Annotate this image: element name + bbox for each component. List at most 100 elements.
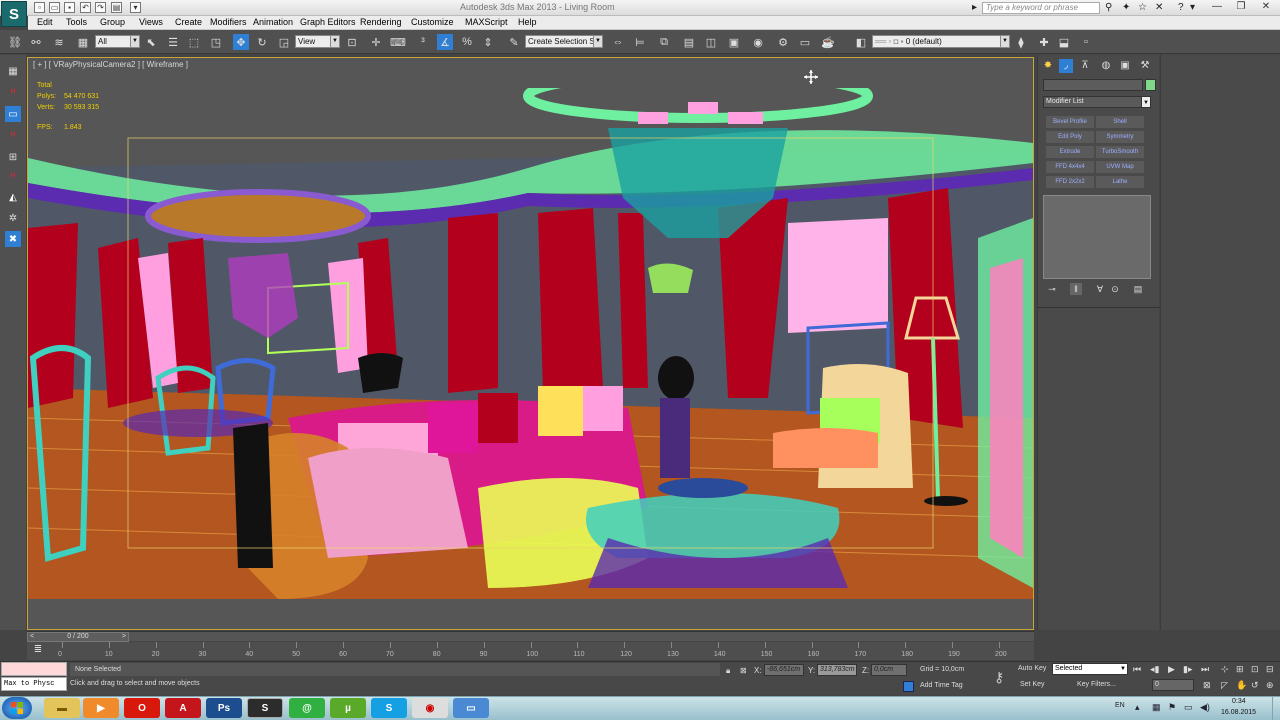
project-folder-icon[interactable]: ▾ — [130, 2, 141, 13]
modifier-stack[interactable] — [1043, 195, 1151, 279]
select-by-name-icon[interactable]: ☰ — [165, 34, 181, 50]
app-logo[interactable]: S — [1, 1, 27, 27]
snaps-toggle-icon[interactable]: ³ — [415, 34, 431, 50]
rect-selection-icon[interactable]: ⬚ — [186, 34, 202, 50]
align-icon[interactable]: ⊨ — [632, 34, 648, 50]
graphite-tools-icon[interactable]: ▤ — [681, 34, 697, 50]
schematic-view-icon[interactable]: ▣ — [726, 34, 742, 50]
motion-tab-icon[interactable]: ◍ — [1099, 59, 1113, 73]
modifier-button-symmetry[interactable]: Symmetry — [1096, 131, 1144, 143]
x-coord-field[interactable]: -86,651cm — [764, 664, 804, 676]
menu-graph-editors[interactable]: Graph Editors — [300, 17, 356, 27]
key-filters-button[interactable]: Key Filters... — [1077, 681, 1116, 688]
z-coord-field[interactable]: 0,0cm — [871, 664, 907, 676]
mini-curve-editor-icon[interactable]: ≣ — [30, 644, 46, 657]
new-file-icon[interactable]: ▫ — [34, 2, 45, 13]
modifier-list-dropdown[interactable]: Modifier List — [1043, 96, 1151, 108]
zoom-icon[interactable]: ⊹ — [1221, 664, 1229, 675]
taskbar-media-player[interactable]: ▶ — [83, 698, 119, 718]
set-key-button[interactable]: Set Key — [1020, 681, 1045, 688]
modifier-button-ffd-2x2x2[interactable]: FFD 2x2x2 — [1046, 176, 1094, 188]
zoom-all-icon[interactable]: ⊞ — [1236, 664, 1244, 675]
taskbar-recorder[interactable]: ◉ — [412, 698, 448, 718]
chevron-left-icon[interactable]: < — [30, 633, 34, 641]
taskbar-3dsmax[interactable]: S — [247, 698, 283, 718]
key-mode-dropdown[interactable]: Selected ▼ — [1052, 663, 1128, 675]
input-language[interactable]: EN — [1115, 702, 1125, 709]
angle-snap-icon[interactable]: ∡ — [437, 34, 453, 50]
menu-group[interactable]: Group — [100, 17, 125, 27]
chevron-right-icon[interactable]: > — [122, 633, 126, 641]
layer-dropdown[interactable]: ══ ▫ ◘ ▪ 0 (default) ▼ — [872, 35, 1010, 48]
subscription-icon[interactable]: ✦ — [1122, 2, 1130, 13]
remove-modifier-icon[interactable]: ⊙ — [1109, 283, 1121, 295]
next-frame-icon[interactable]: ▮▸ — [1183, 664, 1192, 675]
menu-customize[interactable]: Customize — [411, 17, 454, 27]
modify-tab-icon[interactable]: ◞ — [1059, 59, 1073, 73]
help-icon[interactable]: ? — [1178, 2, 1184, 13]
menu-rendering[interactable]: Rendering — [360, 17, 402, 27]
edit-named-selection-icon[interactable]: ✎ — [506, 34, 522, 50]
pan-icon[interactable]: ✋ — [1236, 680, 1247, 691]
redo-icon[interactable]: ↷ — [95, 2, 106, 13]
modifier-button-extrude[interactable]: Extrude — [1046, 146, 1094, 158]
menu-edit[interactable]: Edit — [37, 17, 53, 27]
search-input[interactable]: Type a keyword or phrase — [982, 2, 1100, 14]
maximize-button[interactable]: ❐ — [1230, 0, 1252, 14]
maxscript-listener-output[interactable] — [1, 662, 67, 676]
field-of-view-icon[interactable]: ◸ — [1221, 680, 1228, 691]
select-and-scale-icon[interactable]: ◲ — [276, 34, 292, 50]
select-manipulate-icon[interactable]: ✛ — [368, 34, 384, 50]
hierarchy-tab-icon[interactable]: ⊼ — [1078, 59, 1092, 73]
lock-selection-icon[interactable]: 🔒︎ — [726, 666, 730, 676]
modifier-button-shell[interactable]: Shell — [1096, 116, 1144, 128]
zoom-extents-all-icon[interactable]: ⊟ — [1266, 664, 1274, 675]
object-color-swatch[interactable] — [1145, 79, 1156, 91]
spinner-snap-icon[interactable]: ⇕ — [480, 34, 496, 50]
taskbar-utorrent[interactable]: µ — [330, 698, 366, 718]
zoom-extents-icon[interactable]: ⊡ — [1251, 664, 1259, 675]
menu-create[interactable]: Create — [175, 17, 202, 27]
curve-editor-icon[interactable]: ◫ — [703, 34, 719, 50]
viewport-label[interactable]: [ + ] [ VRayPhysicalCamera2 ] [ Wirefram… — [33, 60, 188, 69]
keyboard-shortcut-icon[interactable]: ⌨ — [390, 34, 406, 50]
time-slider-thumb[interactable]: <0 / 200 > — [27, 632, 129, 642]
add-to-layer-icon[interactable]: ⧫ — [1013, 34, 1029, 50]
selection-filter-icon[interactable]: ▦ — [75, 34, 91, 50]
taskbar-skype[interactable]: S — [371, 698, 407, 718]
camera-icon[interactable]: ⊞ — [5, 149, 21, 165]
mirror-icon[interactable]: ⇔ — [610, 34, 626, 50]
pin-stack-icon[interactable]: ⊸ — [1046, 283, 1058, 295]
system-icon[interactable]: ◭ — [5, 189, 21, 205]
modifier-button-lathe[interactable]: Lathe — [1096, 176, 1144, 188]
display-tab-icon[interactable]: ▣ — [1118, 59, 1132, 73]
named-selection-dropdown[interactable]: Create Selection Se ▼ — [525, 35, 603, 48]
percent-snap-icon[interactable]: % — [459, 34, 475, 50]
taskbar-photoshop[interactable]: Ps — [206, 698, 242, 718]
grid-icon[interactable]: ▦ — [5, 63, 21, 79]
orbit-icon[interactable]: ↺ — [1251, 680, 1259, 691]
light-icon[interactable]: ᴴ — [5, 128, 21, 144]
key-icon[interactable]: ⚷ — [994, 669, 1004, 686]
create-layer-icon[interactable]: ✚ — [1036, 34, 1052, 50]
minimize-button[interactable]: — — [1206, 0, 1228, 14]
open-file-icon[interactable]: ▭ — [49, 2, 60, 13]
select-and-move-icon[interactable]: ✥ — [233, 34, 249, 50]
chevron-down-icon[interactable]: ▼ — [1141, 96, 1151, 108]
menu-animation[interactable]: Animation — [253, 17, 293, 27]
menu-help[interactable]: Help — [518, 17, 537, 27]
material-editor-icon[interactable]: ◉ — [750, 34, 766, 50]
shape-icon[interactable]: ▭ — [5, 106, 21, 122]
tray-monitor-icon[interactable]: ▭ — [1184, 702, 1193, 713]
render-setup-icon[interactable]: ⚙ — [775, 34, 791, 50]
communication-icon[interactable]: ☆ — [1138, 2, 1147, 13]
modifier-button-bevel-profile[interactable]: Bevel Profile — [1046, 116, 1094, 128]
modifier-button-turbosmooth[interactable]: TurboSmooth — [1096, 146, 1144, 158]
taskbar-chat[interactable]: @ — [289, 698, 325, 718]
window-crossing-icon[interactable]: ◳ — [208, 34, 224, 50]
absolute-mode-icon[interactable]: ⊠ — [740, 666, 747, 675]
undo-icon[interactable]: ↶ — [80, 2, 91, 13]
tray-volume-icon[interactable]: ◀) — [1200, 702, 1210, 713]
previous-frame-icon[interactable]: ◂▮ — [1150, 664, 1159, 675]
auto-key-button[interactable]: Auto Key — [1018, 665, 1046, 672]
